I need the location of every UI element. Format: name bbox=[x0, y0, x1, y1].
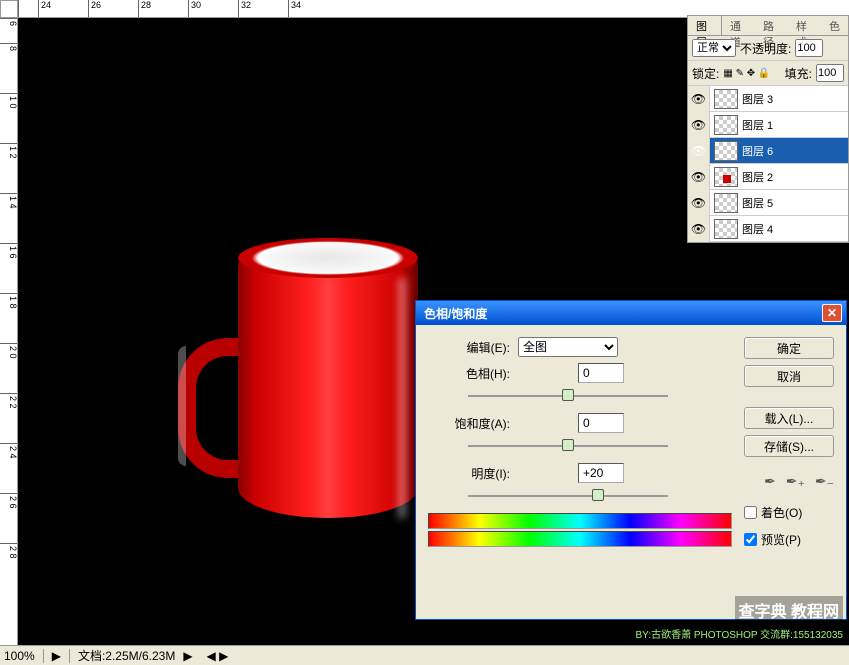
play-icon[interactable]: ▶ bbox=[52, 649, 61, 663]
ruler-corner bbox=[0, 0, 18, 18]
visibility-eye-icon[interactable]: 👁 bbox=[688, 190, 710, 216]
fill-label: 填充: bbox=[785, 65, 812, 82]
blend-mode-select[interactable]: 正常 bbox=[692, 39, 736, 57]
saturation-slider[interactable] bbox=[468, 439, 668, 453]
layer-name: 图层 2 bbox=[742, 169, 848, 185]
visibility-eye-icon[interactable]: 👁 bbox=[688, 164, 710, 190]
opacity-label: 不透明度: bbox=[740, 40, 791, 57]
layer-row[interactable]: 👁 图层 6 bbox=[688, 138, 848, 164]
visibility-eye-icon[interactable]: 👁 bbox=[688, 86, 710, 112]
slider-thumb-icon[interactable] bbox=[562, 389, 574, 401]
spectrum-bottom bbox=[428, 531, 732, 547]
spectrum-top bbox=[428, 513, 732, 529]
edit-label: 编辑(E): bbox=[428, 339, 518, 356]
dialog-title: 色相/饱和度 bbox=[420, 305, 822, 322]
save-button[interactable]: 存储(S)... bbox=[744, 435, 834, 457]
layer-row[interactable]: 👁 图层 4 bbox=[688, 216, 848, 242]
eyedropper-icon[interactable]: ✒ bbox=[764, 473, 776, 490]
layers-panel[interactable]: 图层 通道 路径 样式 色 正常 不透明度: 锁定: ▦ ✎ ✥ 🔒 填充: 👁… bbox=[687, 15, 849, 243]
saturation-label: 饱和度(A): bbox=[428, 415, 518, 432]
lightness-input[interactable] bbox=[578, 463, 624, 483]
ok-button[interactable]: 确定 bbox=[744, 337, 834, 359]
edit-select[interactable]: 全图 bbox=[518, 337, 618, 357]
slider-thumb-icon[interactable] bbox=[562, 439, 574, 451]
visibility-eye-icon[interactable]: 👁 bbox=[688, 112, 710, 138]
layer-thumbnail[interactable] bbox=[714, 115, 738, 135]
visibility-eye-icon[interactable]: 👁 bbox=[688, 216, 710, 242]
hue-input[interactable] bbox=[578, 363, 624, 383]
layer-name: 图层 6 bbox=[742, 143, 848, 159]
layer-name: 图层 4 bbox=[742, 221, 848, 237]
load-button[interactable]: 载入(L)... bbox=[744, 407, 834, 429]
lock-icons[interactable]: ▦ ✎ ✥ 🔒 bbox=[723, 68, 770, 79]
layer-thumbnail[interactable] bbox=[714, 167, 738, 187]
hue-slider[interactable] bbox=[468, 389, 668, 403]
panel-tabs: 图层 通道 路径 样式 色 bbox=[688, 16, 848, 36]
layer-row[interactable]: 👁 图层 1 bbox=[688, 112, 848, 138]
layer-name: 图层 3 bbox=[742, 91, 848, 107]
hue-label: 色相(H): bbox=[428, 365, 518, 382]
dialog-titlebar[interactable]: 色相/饱和度 ✕ bbox=[416, 301, 846, 325]
tab-paths[interactable]: 路径 bbox=[755, 16, 788, 35]
close-button[interactable]: ✕ bbox=[822, 304, 842, 322]
fill-input[interactable] bbox=[816, 64, 844, 82]
menu-arrow-icon[interactable]: ▶ bbox=[183, 649, 192, 663]
slider-thumb-icon[interactable] bbox=[592, 489, 604, 501]
lightness-label: 明度(I): bbox=[428, 465, 518, 482]
tab-channels[interactable]: 通道 bbox=[722, 16, 755, 35]
layer-thumbnail[interactable] bbox=[714, 89, 738, 109]
layer-thumbnail[interactable] bbox=[714, 141, 738, 161]
tab-color[interactable]: 色 bbox=[821, 16, 848, 35]
tab-styles[interactable]: 样式 bbox=[788, 16, 821, 35]
layer-name: 图层 1 bbox=[742, 117, 848, 133]
cancel-button[interactable]: 取消 bbox=[744, 365, 834, 387]
opacity-input[interactable] bbox=[795, 39, 823, 57]
preview-checkbox[interactable]: 预览(P) bbox=[744, 531, 834, 548]
lock-label: 锁定: bbox=[692, 65, 719, 82]
layer-thumbnail[interactable] bbox=[714, 219, 738, 239]
status-bar: 100% ▶ 文档:2.25M/6.23M ▶ ◀ ▶ bbox=[0, 645, 849, 665]
saturation-input[interactable] bbox=[578, 413, 624, 433]
eyedropper-subtract-icon[interactable]: ✒₋ bbox=[815, 473, 834, 490]
layer-row[interactable]: 👁 图层 5 bbox=[688, 190, 848, 216]
zoom-level[interactable]: 100% bbox=[4, 649, 35, 663]
layer-row[interactable]: 👁 图层 2 bbox=[688, 164, 848, 190]
tab-layers[interactable]: 图层 bbox=[688, 16, 722, 35]
layer-row[interactable]: 👁 图层 3 bbox=[688, 86, 848, 112]
layer-name: 图层 5 bbox=[742, 195, 848, 211]
visibility-eye-icon[interactable]: 👁 bbox=[688, 138, 710, 164]
lightness-slider[interactable] bbox=[468, 489, 668, 503]
layer-list: 👁 图层 3 👁 图层 1 👁 图层 6 👁 图层 2 👁 图层 5 👁 图层 4 bbox=[688, 86, 848, 242]
ruler-vertical: 6 8 1 0 1 2 1 4 1 6 1 8 2 0 2 2 2 4 2 6 … bbox=[0, 18, 18, 645]
colorize-checkbox[interactable]: 着色(O) bbox=[744, 504, 834, 521]
mug-artwork bbox=[178, 238, 418, 518]
hue-saturation-dialog[interactable]: 色相/饱和度 ✕ 编辑(E): 全图 色相(H): 饱和度(A): bbox=[415, 300, 847, 620]
eyedropper-add-icon[interactable]: ✒₊ bbox=[786, 473, 805, 490]
layer-thumbnail[interactable] bbox=[714, 193, 738, 213]
doc-size: 文档:2.25M/6.23M bbox=[78, 647, 175, 664]
